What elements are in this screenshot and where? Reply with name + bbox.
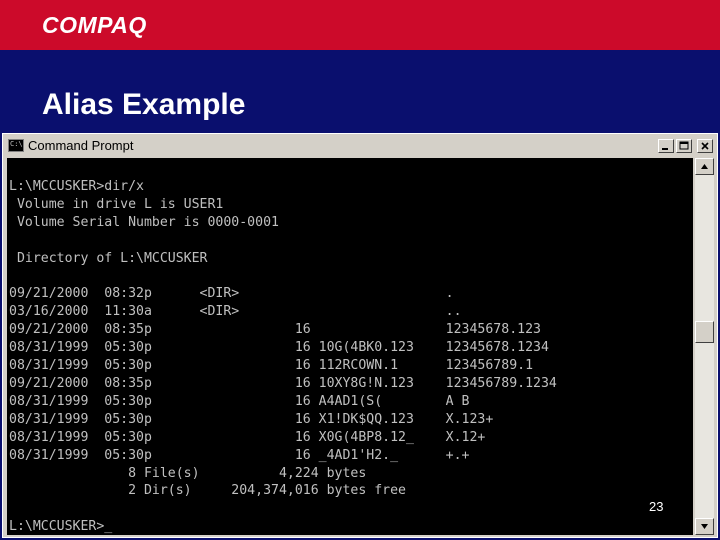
console-line: 09/21/2000 08:35p 16 12345678.123	[9, 322, 541, 338]
console-line: Directory of L:\MCCUSKER	[9, 250, 208, 266]
console-line: 08/31/1999 05:30p 16 A4AD1(S( A B	[9, 393, 470, 409]
console-lines: L:\MCCUSKER>dir/x Volume in drive L is U…	[9, 178, 557, 535]
scroll-up-button[interactable]	[695, 158, 714, 175]
maximize-button[interactable]	[676, 139, 692, 153]
console-line: 8 File(s) 4,224 bytes	[9, 465, 367, 481]
arrow-down-icon	[701, 524, 708, 529]
close-icon	[701, 142, 709, 150]
console-icon-label: C:\	[10, 140, 23, 148]
console-line: L:\MCCUSKER>dir/x	[9, 179, 144, 194]
header-bar: COMPAQ	[0, 0, 720, 50]
command-prompt-window: C:\ Command Prompt L:\MCCUSKER>dir/x Vol…	[2, 133, 718, 538]
minimize-icon	[662, 148, 668, 150]
compaq-logo: COMPAQ	[42, 12, 147, 38]
console-line: 2 Dir(s) 204,374,016 bytes free	[9, 483, 406, 499]
console-line: 08/31/1999 05:30p 16 10G(4BK0.123 123456…	[9, 340, 549, 356]
console-line: 09/21/2000 08:35p 16 10XY8G!N.123 123456…	[9, 375, 557, 391]
console-line: 03/16/2000 11:30a <DIR> ..	[9, 304, 462, 320]
slide-title: Alias Example	[42, 88, 246, 121]
console-line: 08/31/1999 05:30p 16 _4AD1'H2._ +.+	[9, 447, 470, 463]
console-icon[interactable]: C:\	[8, 139, 24, 152]
close-button[interactable]	[697, 139, 713, 153]
slide-number: 23	[649, 499, 664, 514]
vertical-scrollbar[interactable]	[695, 158, 714, 535]
console-line: Volume in drive L is USER1	[9, 196, 224, 212]
console-line: 08/31/1999 05:30p 16 X0G(4BP8.12_ X.12+	[9, 429, 486, 445]
console-line: L:\MCCUSKER>_	[9, 519, 113, 535]
console-line: 08/31/1999 05:30p 16 112RCOWN.1 12345678…	[9, 358, 534, 374]
scroll-thumb[interactable]	[695, 321, 714, 343]
maximize-icon	[679, 141, 689, 150]
console-line: 08/31/1999 05:30p 16 X1!DK$QQ.123 X.123+	[9, 411, 494, 427]
minimize-button[interactable]	[658, 139, 674, 153]
console-line: Volume Serial Number is 0000-0001	[9, 214, 279, 230]
window-title: Command Prompt	[28, 138, 134, 153]
console-output-area[interactable]: L:\MCCUSKER>dir/x Volume in drive L is U…	[7, 158, 693, 535]
window-title-bar[interactable]: C:\ Command Prompt	[5, 136, 715, 156]
scroll-down-button[interactable]	[695, 518, 714, 535]
console-line: 09/21/2000 08:32p <DIR> .	[9, 286, 454, 302]
arrow-up-icon	[701, 164, 708, 169]
